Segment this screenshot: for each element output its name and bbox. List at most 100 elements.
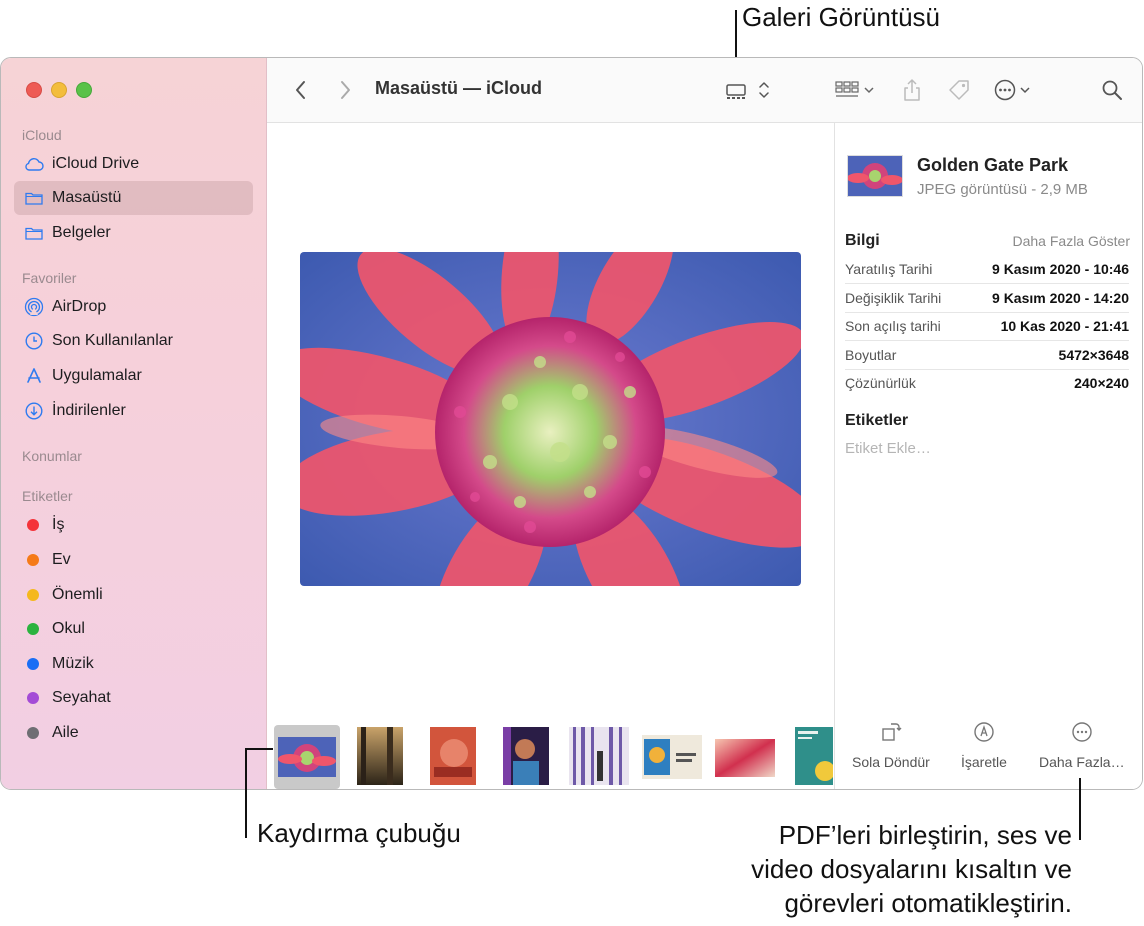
tag-icon (949, 80, 969, 100)
thumbnail-magazine[interactable] (642, 735, 702, 784)
callout-more-line1: PDF’leri birleştirin, ses ve (778, 820, 1072, 850)
tag-color-dot (27, 519, 39, 531)
forward-button[interactable] (333, 76, 357, 104)
info-row-modified: Değişiklik Tarihi 9 Kasım 2020 - 14:20 (845, 284, 1129, 313)
sidebar-item-label: Seyahat (52, 689, 111, 706)
scrubber-bar[interactable] (267, 715, 835, 789)
sidebar-tag-music[interactable]: Müzik (14, 647, 253, 681)
thumbnail-selected[interactable] (274, 725, 340, 789)
flower-photo (300, 252, 801, 586)
clock-icon (23, 330, 45, 352)
group-by-button[interactable] (833, 76, 877, 104)
sidebar-item-desktop[interactable]: Masaüstü (14, 181, 253, 215)
info-heading: Bilgi (845, 232, 880, 249)
sidebar-item-label: Belgeler (52, 224, 111, 241)
sidebar-tag-travel[interactable]: Seyahat (14, 681, 253, 715)
tag-color-dot (27, 589, 39, 601)
info-key: Son açılış tarihi (845, 318, 941, 334)
close-window-button[interactable] (26, 82, 42, 98)
finder-window: iCloud iCloud Drive Masaüstü Belgeler Fa… (0, 57, 1143, 790)
inspector-panel: Golden Gate Park JPEG görüntüsü - 2,9 MB… (834, 123, 1142, 789)
chevron-right-icon (341, 81, 350, 99)
folder-icon (23, 187, 45, 209)
tag-color-dot (27, 658, 39, 670)
sidebar-item-label: iCloud Drive (52, 155, 140, 172)
callout-more-line2: video dosyalarını kısaltın ve (751, 854, 1072, 884)
sidebar-tag-important[interactable]: Önemli (14, 578, 253, 612)
window-title: Masaüstü — iCloud (375, 78, 543, 98)
add-tag-field[interactable]: Etiket Ekle… (845, 440, 931, 457)
sidebar-tag-home[interactable]: Ev (14, 543, 253, 577)
sidebar-section-tags: Etiketler (22, 488, 73, 504)
main-photo-preview[interactable] (300, 252, 801, 586)
thumbnail-portrait[interactable] (503, 727, 549, 789)
sidebar-item-applications[interactable]: Uygulamalar (14, 359, 253, 393)
sidebar-item-icloud-drive[interactable]: iCloud Drive (14, 147, 253, 181)
thumbnail-forest[interactable] (357, 727, 403, 789)
more-actions-button[interactable]: Daha Fazla… (1039, 718, 1125, 770)
tag-color-dot (27, 554, 39, 566)
minimize-window-button[interactable] (51, 82, 67, 98)
sidebar-item-label: Masaüstü (52, 189, 122, 206)
tag-color-dot (27, 623, 39, 635)
sidebar-tag-work[interactable]: İş (14, 508, 253, 542)
back-button[interactable] (289, 76, 313, 104)
chevron-left-icon (296, 81, 305, 99)
info-key: Değişiklik Tarihi (845, 290, 942, 306)
tags-heading: Etiketler (845, 412, 909, 429)
sidebar-item-label: Okul (52, 620, 85, 637)
cloud-icon (23, 153, 45, 175)
sidebar-tag-family[interactable]: Aile (14, 716, 253, 750)
thumbnail-red-hand[interactable] (430, 727, 476, 789)
info-value: 240×240 (1074, 375, 1129, 391)
airdrop-icon (23, 296, 45, 318)
sidebar-section-favorites: Favoriler (22, 270, 77, 286)
sidebar-item-label: Ev (52, 551, 71, 568)
ellipsis-circle-icon (1071, 718, 1093, 746)
sidebar-item-label: İş (52, 516, 65, 533)
sidebar-item-downloads[interactable]: İndirilenler (14, 394, 253, 428)
info-value: 10 Kas 2020 - 21:41 (1000, 318, 1129, 334)
gallery-view-icon (726, 82, 769, 99)
action-menu-button[interactable] (993, 76, 1037, 104)
sidebar-item-recents[interactable]: Son Kullanılanlar (14, 324, 253, 358)
thumbnail-stripes[interactable] (569, 727, 629, 789)
zoom-window-button[interactable] (76, 82, 92, 98)
info-value: 9 Kasım 2020 - 10:46 (992, 261, 1129, 277)
sidebar-item-label: AirDrop (52, 298, 107, 315)
markup-button[interactable]: İşaretle (961, 718, 1007, 770)
share-button[interactable] (897, 76, 927, 104)
markup-icon (973, 718, 995, 746)
file-kind: JPEG görüntüsü - 2,9 MB (917, 181, 1088, 198)
sidebar-section-locations: Konumlar (22, 448, 82, 464)
gallery-view-button[interactable] (723, 76, 773, 104)
info-row-last-opened: Son açılış tarihi 10 Kas 2020 - 21:41 (845, 312, 1129, 341)
thumbnail-abstract[interactable] (715, 739, 775, 782)
thumbnail-poster[interactable] (795, 727, 835, 789)
toolbar: Masaüstü — iCloud (267, 58, 1142, 123)
sidebar-tag-school[interactable]: Okul (14, 612, 253, 646)
sidebar-item-airdrop[interactable]: AirDrop (14, 290, 253, 324)
info-row-dimensions: Boyutlar 5472×3648 (845, 341, 1129, 370)
ellipsis-circle-icon (994, 79, 1030, 101)
search-icon (1102, 80, 1122, 100)
rotate-left-button[interactable]: Sola Döndür (852, 718, 930, 770)
callout-line-more (1079, 778, 1081, 840)
file-thumbnail (847, 155, 903, 197)
thumbnail-flower (278, 737, 336, 777)
search-button[interactable] (1097, 76, 1127, 104)
tag-color-dot (27, 692, 39, 704)
show-more-link[interactable]: Daha Fazla Göster (1013, 233, 1131, 249)
info-key: Yaratılış Tarihi (845, 261, 933, 277)
info-value: 9 Kasım 2020 - 14:20 (992, 290, 1129, 306)
sidebar-item-label: Aile (52, 724, 79, 741)
tag-color-dot (27, 727, 39, 739)
more-actions-label: Daha Fazla… (1039, 754, 1125, 770)
callout-scrubber: Kaydırma çubuğu (257, 818, 461, 848)
callout-gallery-view: Galeri Görüntüsü (742, 2, 940, 32)
sidebar-item-documents[interactable]: Belgeler (14, 216, 253, 250)
info-value: 5472×3648 (1058, 347, 1129, 363)
tag-button[interactable] (944, 76, 974, 104)
rotate-left-icon (880, 718, 902, 746)
file-name: Golden Gate Park (917, 155, 1069, 175)
